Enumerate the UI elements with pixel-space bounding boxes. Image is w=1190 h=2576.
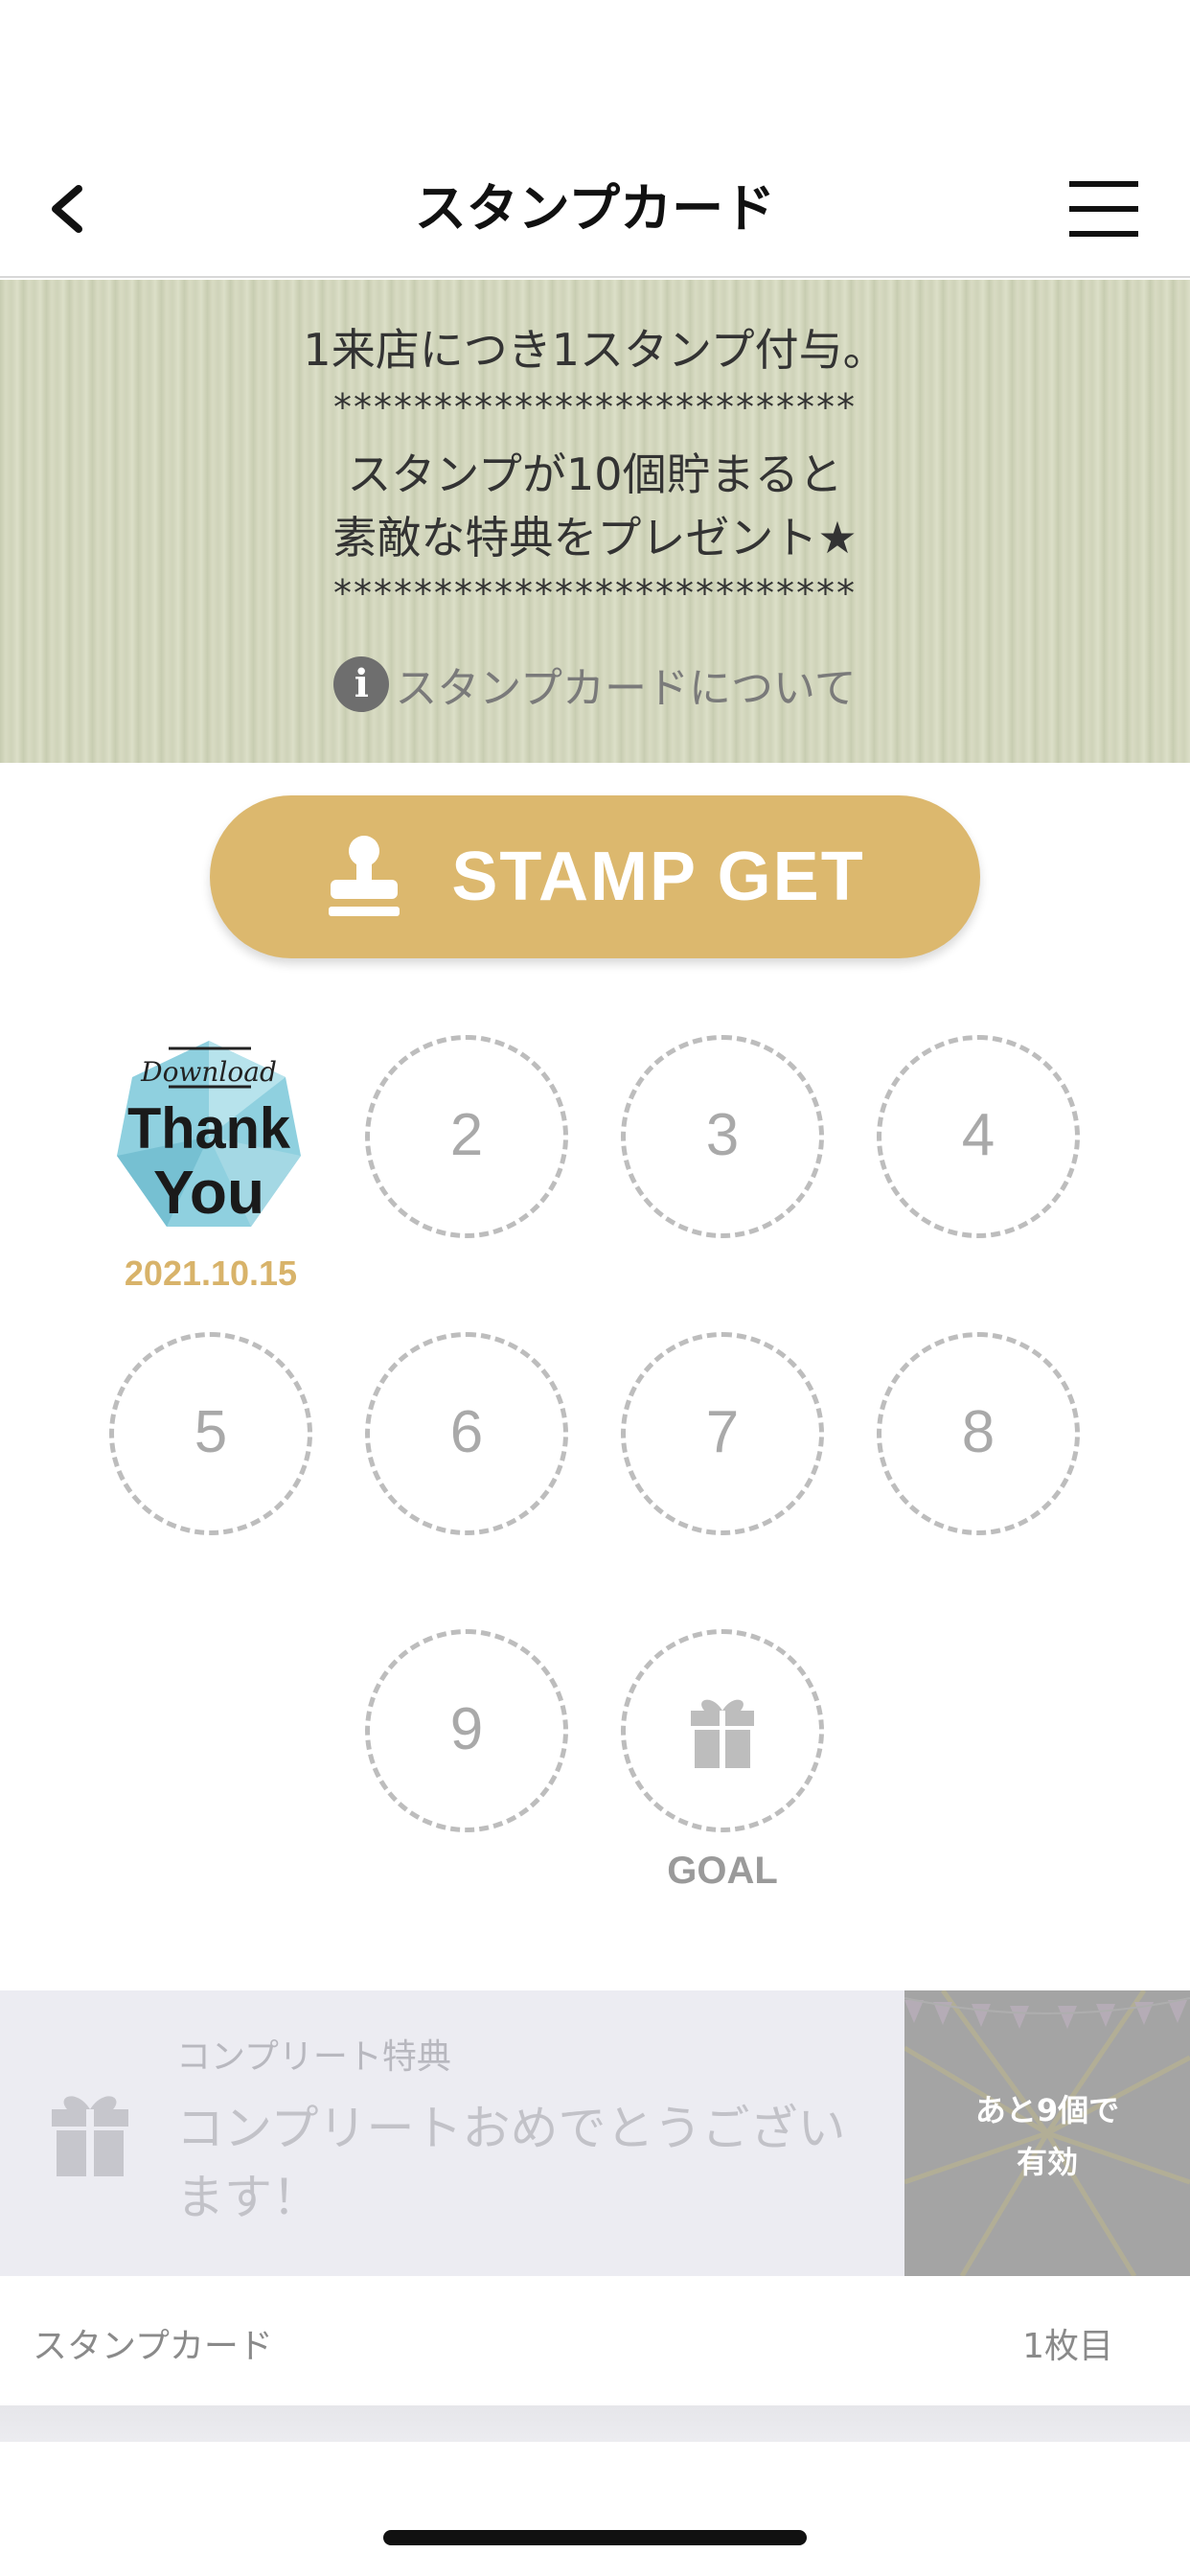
banner-line-1: 1来店につき1スタンプ付与。	[303, 324, 887, 376]
stamp-slot-6: 6	[365, 1332, 568, 1535]
stamp-slot-8: 8	[877, 1332, 1080, 1535]
stamp-image-text-2: You	[153, 1158, 264, 1227]
banner-line-2: スタンプが10個貯まると	[347, 448, 843, 500]
badge-line-1: あと9個で	[974, 2092, 1120, 2128]
stamp-get-label: STAMP GET	[451, 839, 865, 915]
card-footer: スタンプカード 1枚目	[0, 2276, 1190, 2405]
banner-line-3: 素敵な特典をプレゼント★	[332, 512, 858, 564]
about-stamp-card-link[interactable]: i スタンプカードについて	[0, 654, 1190, 715]
banner-divider-2: **************************	[333, 572, 857, 614]
stamp-get-button[interactable]: STAMP GET	[210, 795, 980, 958]
stamp-image-text-1: Thank	[127, 1096, 291, 1161]
reward-caption: コンプリート特典	[176, 2037, 451, 2077]
badge-text: あと9個で 有効	[904, 2084, 1190, 2188]
stamp-slot-7: 7	[621, 1332, 824, 1535]
home-indicator[interactable]	[383, 2530, 807, 2545]
reward-status-badge: あと9個で 有効	[904, 1990, 1190, 2276]
stamp-image-text-top: Download	[140, 1056, 277, 1088]
stamp-slot-goal	[621, 1629, 824, 1832]
navigation-bar: スタンプカード	[0, 139, 1190, 278]
stamp-slot-5: 5	[109, 1332, 312, 1535]
card-page-count: 1枚目	[1022, 2327, 1113, 2366]
thank-you-stamp-image: Download Thank You	[117, 1041, 301, 1227]
menu-button[interactable]	[1065, 177, 1142, 241]
badge-line-2: 有効	[1016, 2144, 1078, 2180]
page-title: スタンプカード	[414, 178, 776, 239]
gift-icon	[691, 1699, 754, 1768]
hamburger-menu-icon	[1069, 181, 1138, 237]
gift-icon	[52, 2096, 128, 2176]
complete-reward-panel[interactable]: コンプリート特典 コンプリートおめでとうございます！ あと9個で 有効	[0, 1990, 1190, 2276]
stamp-slot-2: 2	[365, 1035, 568, 1238]
banner-divider-1: **************************	[333, 386, 857, 428]
reward-text: コンプリートおめでとうございます！	[176, 2101, 846, 2225]
stamp-icon	[329, 836, 400, 916]
about-link-label: スタンプカードについて	[395, 664, 857, 713]
stamp-slot-1: Download Thank You	[107, 1035, 310, 1238]
footer-divider	[0, 2405, 1190, 2442]
info-icon: i	[333, 656, 390, 712]
card-name: スタンプカード	[33, 2327, 273, 2366]
stamp-slot-4: 4	[877, 1035, 1080, 1238]
stamp-slot-9: 9	[365, 1629, 568, 1832]
goal-label: GOAL	[667, 1850, 778, 1892]
info-banner: 1来店につき1スタンプ付与。 *************************…	[0, 280, 1190, 763]
stamp-date: 2021.10.15	[124, 1254, 298, 1293]
stamp-slot-3: 3	[621, 1035, 824, 1238]
